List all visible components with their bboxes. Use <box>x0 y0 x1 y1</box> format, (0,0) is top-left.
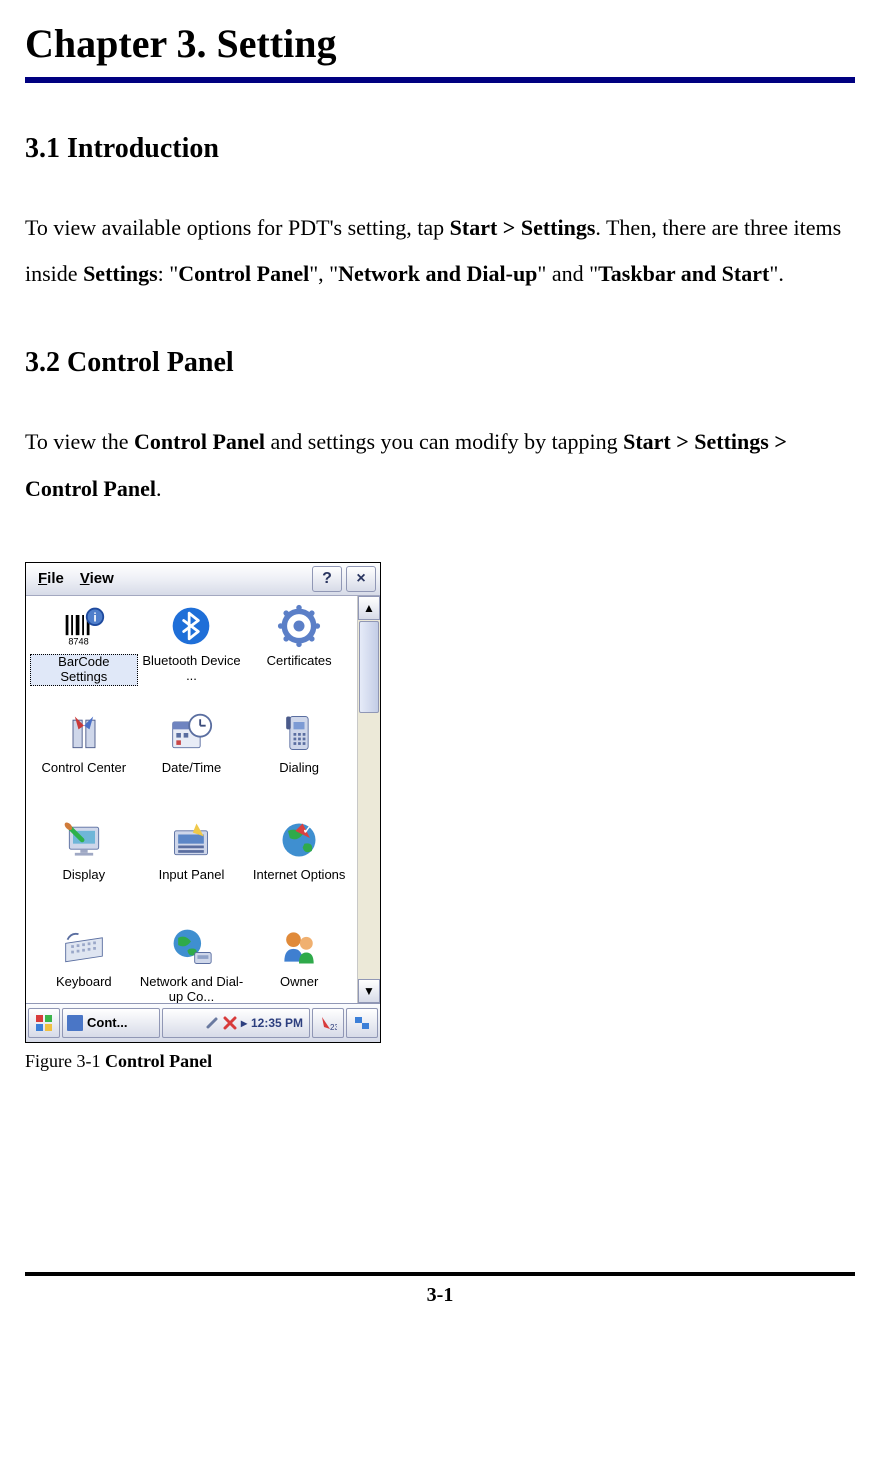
menu-view-letter: V <box>80 570 90 587</box>
svg-text:i: i <box>93 610 96 624</box>
text-span: ", " <box>309 261 338 286</box>
svg-text:23: 23 <box>330 1023 337 1032</box>
icon-label: Owner <box>278 975 320 990</box>
tray-disconnect-icon <box>223 1016 237 1030</box>
text-span: and settings you can modify by tapping <box>265 429 623 454</box>
taskbar-desktop-button[interactable] <box>346 1008 378 1038</box>
text-span: To view the <box>25 429 134 454</box>
control-center-icon <box>60 709 108 757</box>
menu-view-rest: iew <box>90 570 114 587</box>
display-item[interactable]: Display <box>30 816 138 921</box>
keyboard-icon <box>60 923 108 971</box>
scrollbar[interactable]: ▲ ▼ <box>357 596 380 1003</box>
date-time-item[interactable]: Date/Time <box>138 709 246 814</box>
menu-file-rest: ile <box>47 570 64 587</box>
taskbar-sip-button[interactable]: 23 <box>312 1008 344 1038</box>
svg-text:8748: 8748 <box>68 636 88 646</box>
icon-label: Keyboard <box>54 975 114 990</box>
menu-view[interactable]: View <box>72 567 122 590</box>
dialing-item[interactable]: Dialing <box>245 709 353 814</box>
icon-label: Date/Time <box>160 761 223 776</box>
figure-caption: Figure 3-1 Control Panel <box>25 1051 855 1072</box>
control-panel-screenshot: File View ? × i 8748 BarCode Settings Blu… <box>25 562 381 1043</box>
network-dialup-icon <box>167 923 215 971</box>
text-span: To view available options for PDT's sett… <box>25 215 450 240</box>
task-label: Cont... <box>87 1015 127 1030</box>
scrollbar-down-arrow[interactable]: ▼ <box>358 979 380 1003</box>
internet-options-item[interactable]: ✓ Internet Options <box>245 816 353 921</box>
text-span: " and " <box>537 261 598 286</box>
icon-label: Network and Dial-up Co... <box>138 975 246 1003</box>
scrollbar-track[interactable] <box>358 714 380 979</box>
chapter-title: Chapter 3. Setting <box>25 20 855 67</box>
certificates-icon <box>275 602 323 650</box>
clock-text: 12:35 PM <box>251 1016 303 1030</box>
icon-label: Internet Options <box>251 868 348 883</box>
network-dialup-item[interactable]: Network and Dial-up Co... <box>138 923 246 1003</box>
taskbar: Cont... ▸ 12:35 PM 23 <box>26 1003 380 1042</box>
barcode-settings-item[interactable]: i 8748 BarCode Settings <box>30 602 138 707</box>
caption-prefix: Figure 3-1 <box>25 1051 105 1071</box>
bluetooth-icon <box>167 602 215 650</box>
owner-item[interactable]: Owner <box>245 923 353 1003</box>
menu-file[interactable]: File <box>30 567 72 590</box>
icon-label: Certificates <box>265 654 334 669</box>
bold-span: Start > Settings <box>450 215 596 240</box>
menubar: File View ? × <box>26 563 380 596</box>
input-panel-icon <box>167 816 215 864</box>
scrollbar-up-arrow[interactable]: ▲ <box>358 596 380 620</box>
menu-file-letter: F <box>38 570 47 587</box>
help-button[interactable]: ? <box>312 566 342 592</box>
tray-clock-arrow-icon: ▸ <box>241 1016 247 1030</box>
section-3-2-title: 3.2 Control Panel <box>25 347 855 379</box>
icon-label: Dialing <box>277 761 321 776</box>
icon-grid: i 8748 BarCode Settings Bluetooth Device … <box>26 596 357 1003</box>
page-footer-divider <box>25 1272 855 1276</box>
icon-label: BarCode Settings <box>30 654 138 686</box>
taskbar-task-button[interactable]: Cont... <box>62 1008 160 1038</box>
scrollbar-thumb[interactable] <box>359 621 379 713</box>
icon-label: Control Center <box>40 761 129 776</box>
bold-span: Network and Dial-up <box>338 261 537 286</box>
keyboard-item[interactable]: Keyboard <box>30 923 138 1003</box>
close-button[interactable]: × <box>346 566 376 592</box>
text-span: . <box>156 476 162 501</box>
start-button[interactable] <box>28 1008 60 1038</box>
bluetooth-item[interactable]: Bluetooth Device ... <box>138 602 246 707</box>
bold-span: Taskbar and Start <box>598 261 769 286</box>
barcode-settings-icon: i 8748 <box>60 602 108 650</box>
certificates-item[interactable]: Certificates <box>245 602 353 707</box>
display-icon <box>60 816 108 864</box>
date-time-icon <box>167 709 215 757</box>
text-span: : " <box>158 261 179 286</box>
icon-label: Input Panel <box>157 868 227 883</box>
input-panel-item[interactable]: Input Panel <box>138 816 246 921</box>
text-span: ". <box>769 261 783 286</box>
bold-span: Control Panel <box>134 429 265 454</box>
control-panel-body: i 8748 BarCode Settings Bluetooth Device … <box>26 596 380 1003</box>
owner-icon <box>275 923 323 971</box>
caption-bold: Control Panel <box>105 1051 212 1071</box>
dialing-icon <box>275 709 323 757</box>
bold-span: Control Panel <box>178 261 309 286</box>
section-3-1-body: To view available options for PDT's sett… <box>25 205 855 297</box>
section-3-2-body: To view the Control Panel and settings y… <box>25 419 855 511</box>
internet-options-icon: ✓ <box>275 816 323 864</box>
svg-text:✓: ✓ <box>303 824 312 836</box>
icon-label: Bluetooth Device ... <box>138 654 246 684</box>
bold-span: Settings <box>83 261 158 286</box>
control-center-item[interactable]: Control Center <box>30 709 138 814</box>
chapter-title-divider <box>25 77 855 83</box>
task-mini-icon <box>67 1015 83 1031</box>
page-number: 3-1 <box>25 1284 855 1307</box>
icon-label: Display <box>61 868 108 883</box>
taskbar-tray[interactable]: ▸ 12:35 PM <box>162 1008 310 1038</box>
section-3-1-title: 3.1 Introduction <box>25 133 855 165</box>
tray-connection-icon <box>205 1016 219 1030</box>
